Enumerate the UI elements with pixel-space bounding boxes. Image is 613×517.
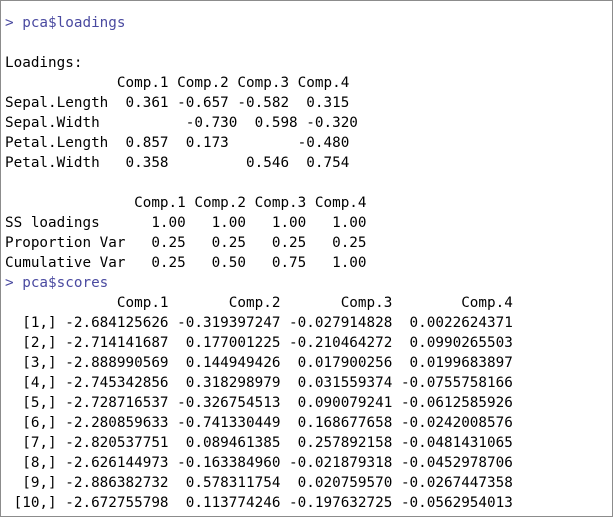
console-output-line: Petal.Width 0.358 0.546 0.754: [5, 155, 350, 171]
console-command-line: > pca$loadings: [5, 15, 126, 31]
console-output-line: [6,] -2.280859633 -0.741330449 0.1686776…: [5, 415, 513, 431]
console-output-line: Petal.Length 0.857 0.173 -0.480: [5, 135, 350, 151]
console-output-line: Proportion Var 0.25 0.25 0.25 0.25: [5, 235, 367, 251]
r-console-window[interactable]: > pca$loadings Loadings: Comp.1 Comp.2 Co…: [0, 0, 613, 517]
console-output-line: [10,] -2.672755798 0.113774246 -0.197632…: [5, 495, 513, 511]
console-output-line: [5,] -2.728716537 -0.326754513 0.0900792…: [5, 395, 513, 411]
console-output-line: [1,] -2.684125626 -0.319397247 -0.027914…: [5, 315, 513, 331]
console-output-line: [8,] -2.626144973 -0.163384960 -0.021879…: [5, 455, 513, 471]
console-output-line: [7,] -2.820537751 0.089461385 0.25789215…: [5, 435, 513, 451]
console-output-line: Sepal.Width -0.730 0.598 -0.320: [5, 115, 358, 131]
console-output-line: Comp.1 Comp.2 Comp.3 Comp.4: [5, 75, 350, 91]
console-output-line: SS loadings 1.00 1.00 1.00 1.00: [5, 215, 367, 231]
console-output-line: Loadings:: [5, 55, 83, 71]
console-command-line: > pca$scores: [5, 275, 109, 291]
console-output-line: Sepal.Length 0.361 -0.657 -0.582 0.315: [5, 95, 350, 111]
console-output-line: Cumulative Var 0.25 0.50 0.75 1.00: [5, 255, 367, 271]
console-output-line: Comp.1 Comp.2 Comp.3 Comp.4: [5, 295, 513, 311]
console-output: > pca$loadings Loadings: Comp.1 Comp.2 Co…: [5, 13, 513, 513]
console-output-line: [3,] -2.888990569 0.144949426 0.01790025…: [5, 355, 513, 371]
console-output-line: Comp.1 Comp.2 Comp.3 Comp.4: [5, 195, 367, 211]
console-output-line: [2,] -2.714141687 0.177001225 -0.2104642…: [5, 335, 513, 351]
console-output-line: [9,] -2.886382732 0.578311754 0.02075957…: [5, 475, 513, 491]
console-output-line: [4,] -2.745342856 0.318298979 0.03155937…: [5, 375, 513, 391]
